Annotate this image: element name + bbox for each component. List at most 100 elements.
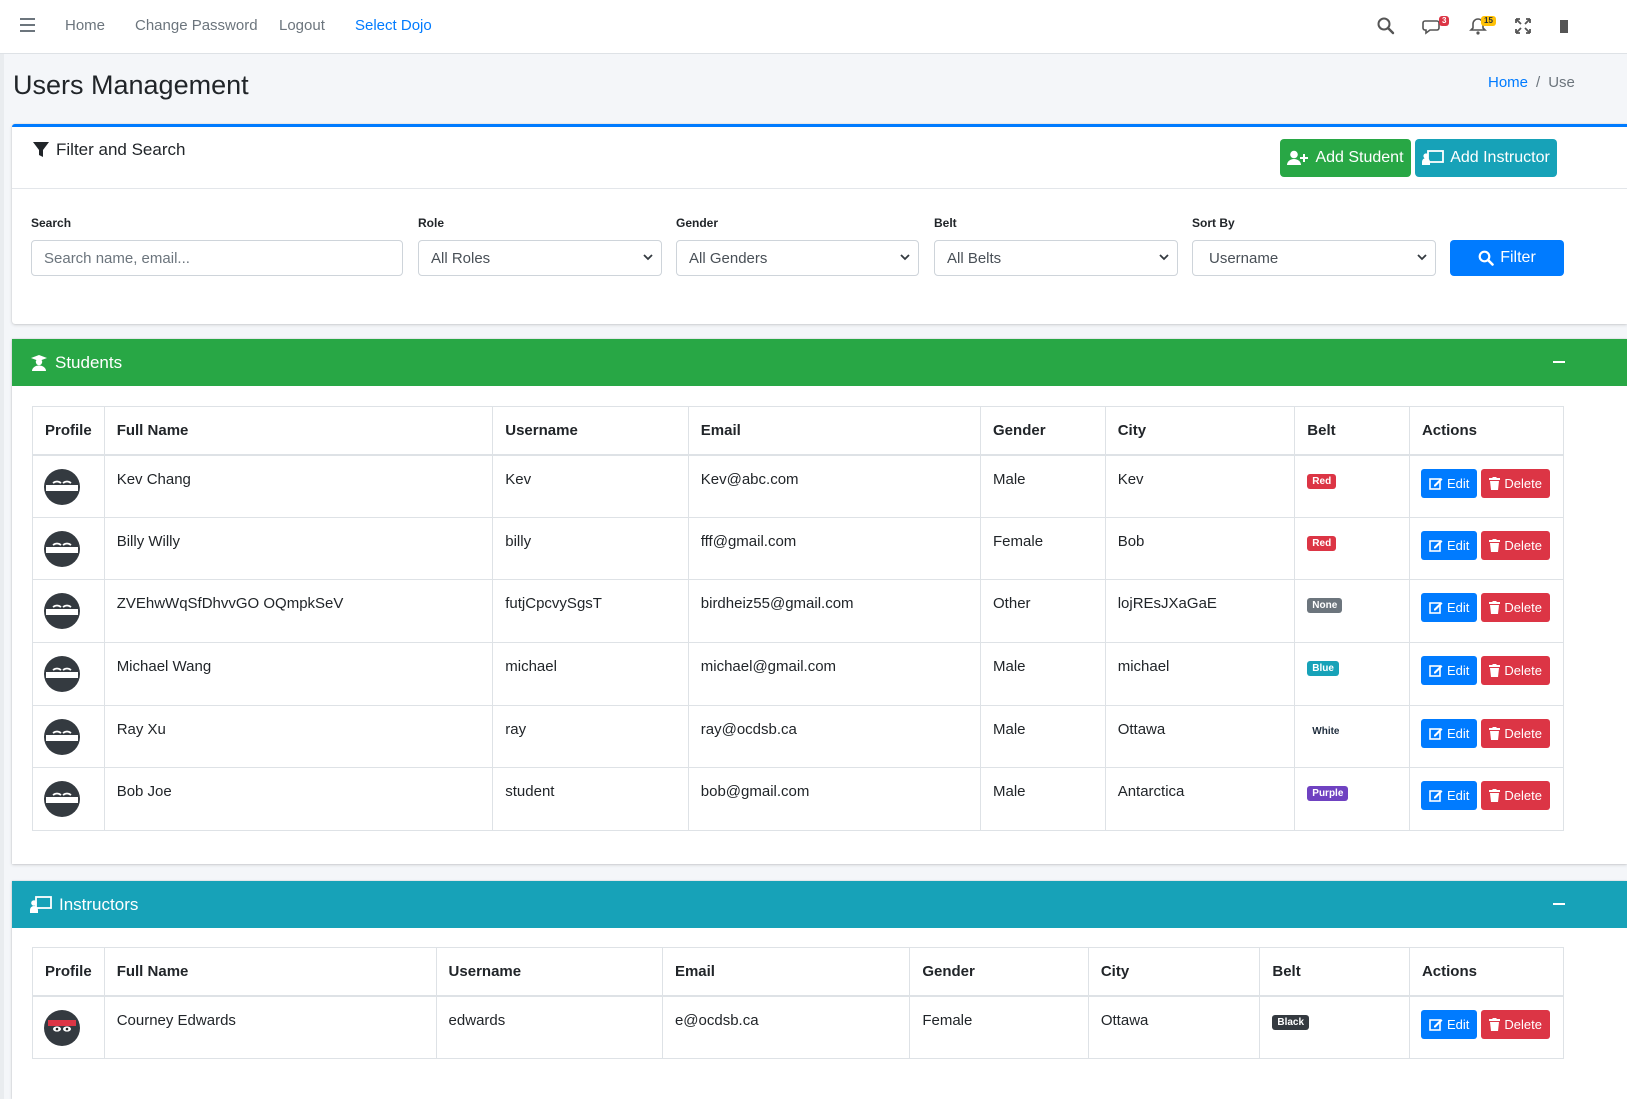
actions-cell: Edit Delete xyxy=(1408,516,1565,581)
city-cell: Ottawa xyxy=(1104,704,1296,769)
page-left-edge xyxy=(0,0,4,1099)
fullscreen-icon[interactable] xyxy=(1513,16,1533,36)
instructors-table: Profile Full Name Username Email Gender … xyxy=(32,947,1565,1059)
username-cell: ray xyxy=(492,704,689,769)
profile-cell xyxy=(32,516,105,581)
username-cell: edwards xyxy=(435,995,663,1059)
edit-button[interactable]: Edit xyxy=(1420,718,1478,748)
search-input[interactable]: Search name, email... xyxy=(31,240,403,276)
gender-cell: Male xyxy=(980,767,1106,832)
city-cell: Bob xyxy=(1104,516,1296,581)
gender-cell: Male xyxy=(980,454,1106,518)
chalkboard-teacher-icon xyxy=(30,895,52,913)
col-header-username: Username xyxy=(492,406,689,456)
col-header-belt: Belt xyxy=(1294,406,1410,456)
edit-button[interactable]: Edit xyxy=(1420,593,1478,623)
col-header-username: Username xyxy=(435,947,663,997)
belt-badge: None xyxy=(1307,598,1343,614)
filter-title-text: Filter and Search xyxy=(56,140,186,159)
nav-change-password-link[interactable]: Change Password xyxy=(135,17,258,34)
delete-button[interactable]: Delete xyxy=(1481,593,1550,623)
full-name-cell: Billy Willy xyxy=(103,516,494,581)
role-select[interactable]: All Roles xyxy=(418,240,662,276)
trash-icon xyxy=(1489,538,1501,552)
delete-button[interactable]: Delete xyxy=(1481,468,1550,498)
add-student-button[interactable]: Add Student xyxy=(1280,139,1411,177)
nav-logout-link[interactable]: Logout xyxy=(279,17,325,34)
table-row: Kev Chang Kev Kev@abc.com Male Kev Red Edit Del… xyxy=(32,454,1565,518)
delete-button[interactable]: Delete xyxy=(1481,1009,1550,1039)
city-cell: Antarctica xyxy=(1104,767,1296,832)
nav-select-dojo-link[interactable]: Select Dojo xyxy=(355,17,432,34)
delete-button[interactable]: Delete xyxy=(1481,656,1550,686)
full-name-cell: Michael Wang xyxy=(103,642,494,706)
students-header-row: Profile Full Name Username Email Gender … xyxy=(32,406,1565,456)
sort-by-select-value: Username xyxy=(1209,249,1279,267)
city-cell: Ottawa xyxy=(1087,995,1261,1059)
messages-badge: 3 xyxy=(1439,16,1450,26)
chevron-down-icon xyxy=(1159,254,1169,261)
nav-home-link[interactable]: Home xyxy=(65,17,105,34)
edit-label: Edit xyxy=(1446,475,1470,491)
col-header-full-name: Full Name xyxy=(103,947,437,997)
delete-label: Delete xyxy=(1504,725,1542,741)
belt-select[interactable]: All Belts xyxy=(934,240,1178,276)
gender-cell: Female xyxy=(909,995,1089,1059)
edit-button[interactable]: Edit xyxy=(1420,468,1478,498)
edit-button[interactable]: Edit xyxy=(1420,781,1478,811)
gender-label: Gender xyxy=(676,216,719,230)
edit-icon xyxy=(1429,665,1443,677)
belt-cell: Red xyxy=(1294,454,1410,518)
delete-button[interactable]: Delete xyxy=(1481,781,1550,811)
add-instructor-button[interactable]: Add Instructor xyxy=(1415,139,1557,177)
avatar xyxy=(44,1009,80,1046)
edit-icon xyxy=(1429,602,1443,615)
belt-badge: Purple xyxy=(1307,786,1349,802)
email-cell: michael@gmail.com xyxy=(687,642,982,706)
edit-icon xyxy=(1429,727,1443,740)
email-cell: e@ocdsb.ca xyxy=(661,995,911,1059)
filter-button[interactable]: Filter xyxy=(1450,240,1564,276)
collapse-icon[interactable] xyxy=(1553,361,1565,363)
edit-label: Edit xyxy=(1446,600,1470,616)
breadcrumb-current: Use xyxy=(1548,74,1575,91)
belt-cell: None xyxy=(1294,579,1410,644)
email-cell: fff@gmail.com xyxy=(687,516,982,581)
table-row: Ray Xu ray ray@ocdsb.ca Male Ottawa White Edit… xyxy=(32,704,1565,769)
col-header-email: Email xyxy=(661,947,911,997)
edit-label: Edit xyxy=(1446,663,1470,679)
col-header-actions: Actions xyxy=(1408,406,1565,456)
actions-cell: Edit Delete xyxy=(1408,642,1565,706)
gender-select[interactable]: All Genders xyxy=(676,240,919,276)
breadcrumb-home-link[interactable]: Home xyxy=(1488,74,1528,91)
belt-cell: Purple xyxy=(1294,767,1410,832)
instructors-header-row: Profile Full Name Username Email Gender … xyxy=(32,947,1565,997)
actions-cell: Edit Delete xyxy=(1408,579,1565,644)
col-header-full-name: Full Name xyxy=(103,406,494,456)
gender-cell: Male xyxy=(980,642,1106,706)
hamburger-menu-icon[interactable] xyxy=(20,18,35,32)
edit-button[interactable]: Edit xyxy=(1420,1009,1478,1039)
actions-cell: Edit Delete xyxy=(1408,995,1565,1059)
profile-cell xyxy=(32,767,105,832)
city-cell: michael xyxy=(1104,642,1296,706)
actions-cell: Edit Delete xyxy=(1408,454,1565,518)
table-row: ZVEhwWqSfDhvvGO OQmpkSeV futjCpcvySgsT bir… xyxy=(32,579,1565,644)
search-icon[interactable] xyxy=(1376,16,1396,36)
students-title: Students xyxy=(55,352,123,372)
email-cell: ray@ocdsb.ca xyxy=(687,704,982,769)
profile-cell xyxy=(32,995,105,1059)
edit-button[interactable]: Edit xyxy=(1420,656,1478,686)
edit-button[interactable]: Edit xyxy=(1420,530,1478,560)
delete-button[interactable]: Delete xyxy=(1481,718,1550,748)
delete-button[interactable]: Delete xyxy=(1481,530,1550,560)
add-instructor-label: Add Instructor xyxy=(1450,149,1550,166)
sort-by-select[interactable]: Username xyxy=(1192,240,1436,276)
apps-grid-icon[interactable] xyxy=(1560,20,1568,33)
belt-label: Belt xyxy=(934,216,957,230)
edit-label: Edit xyxy=(1446,1016,1470,1032)
col-header-profile: Profile xyxy=(32,406,105,456)
instructors-card: Instructors Profile Full Name Username E… xyxy=(12,881,1627,1099)
collapse-icon[interactable] xyxy=(1553,903,1565,905)
edit-icon xyxy=(1429,790,1443,803)
